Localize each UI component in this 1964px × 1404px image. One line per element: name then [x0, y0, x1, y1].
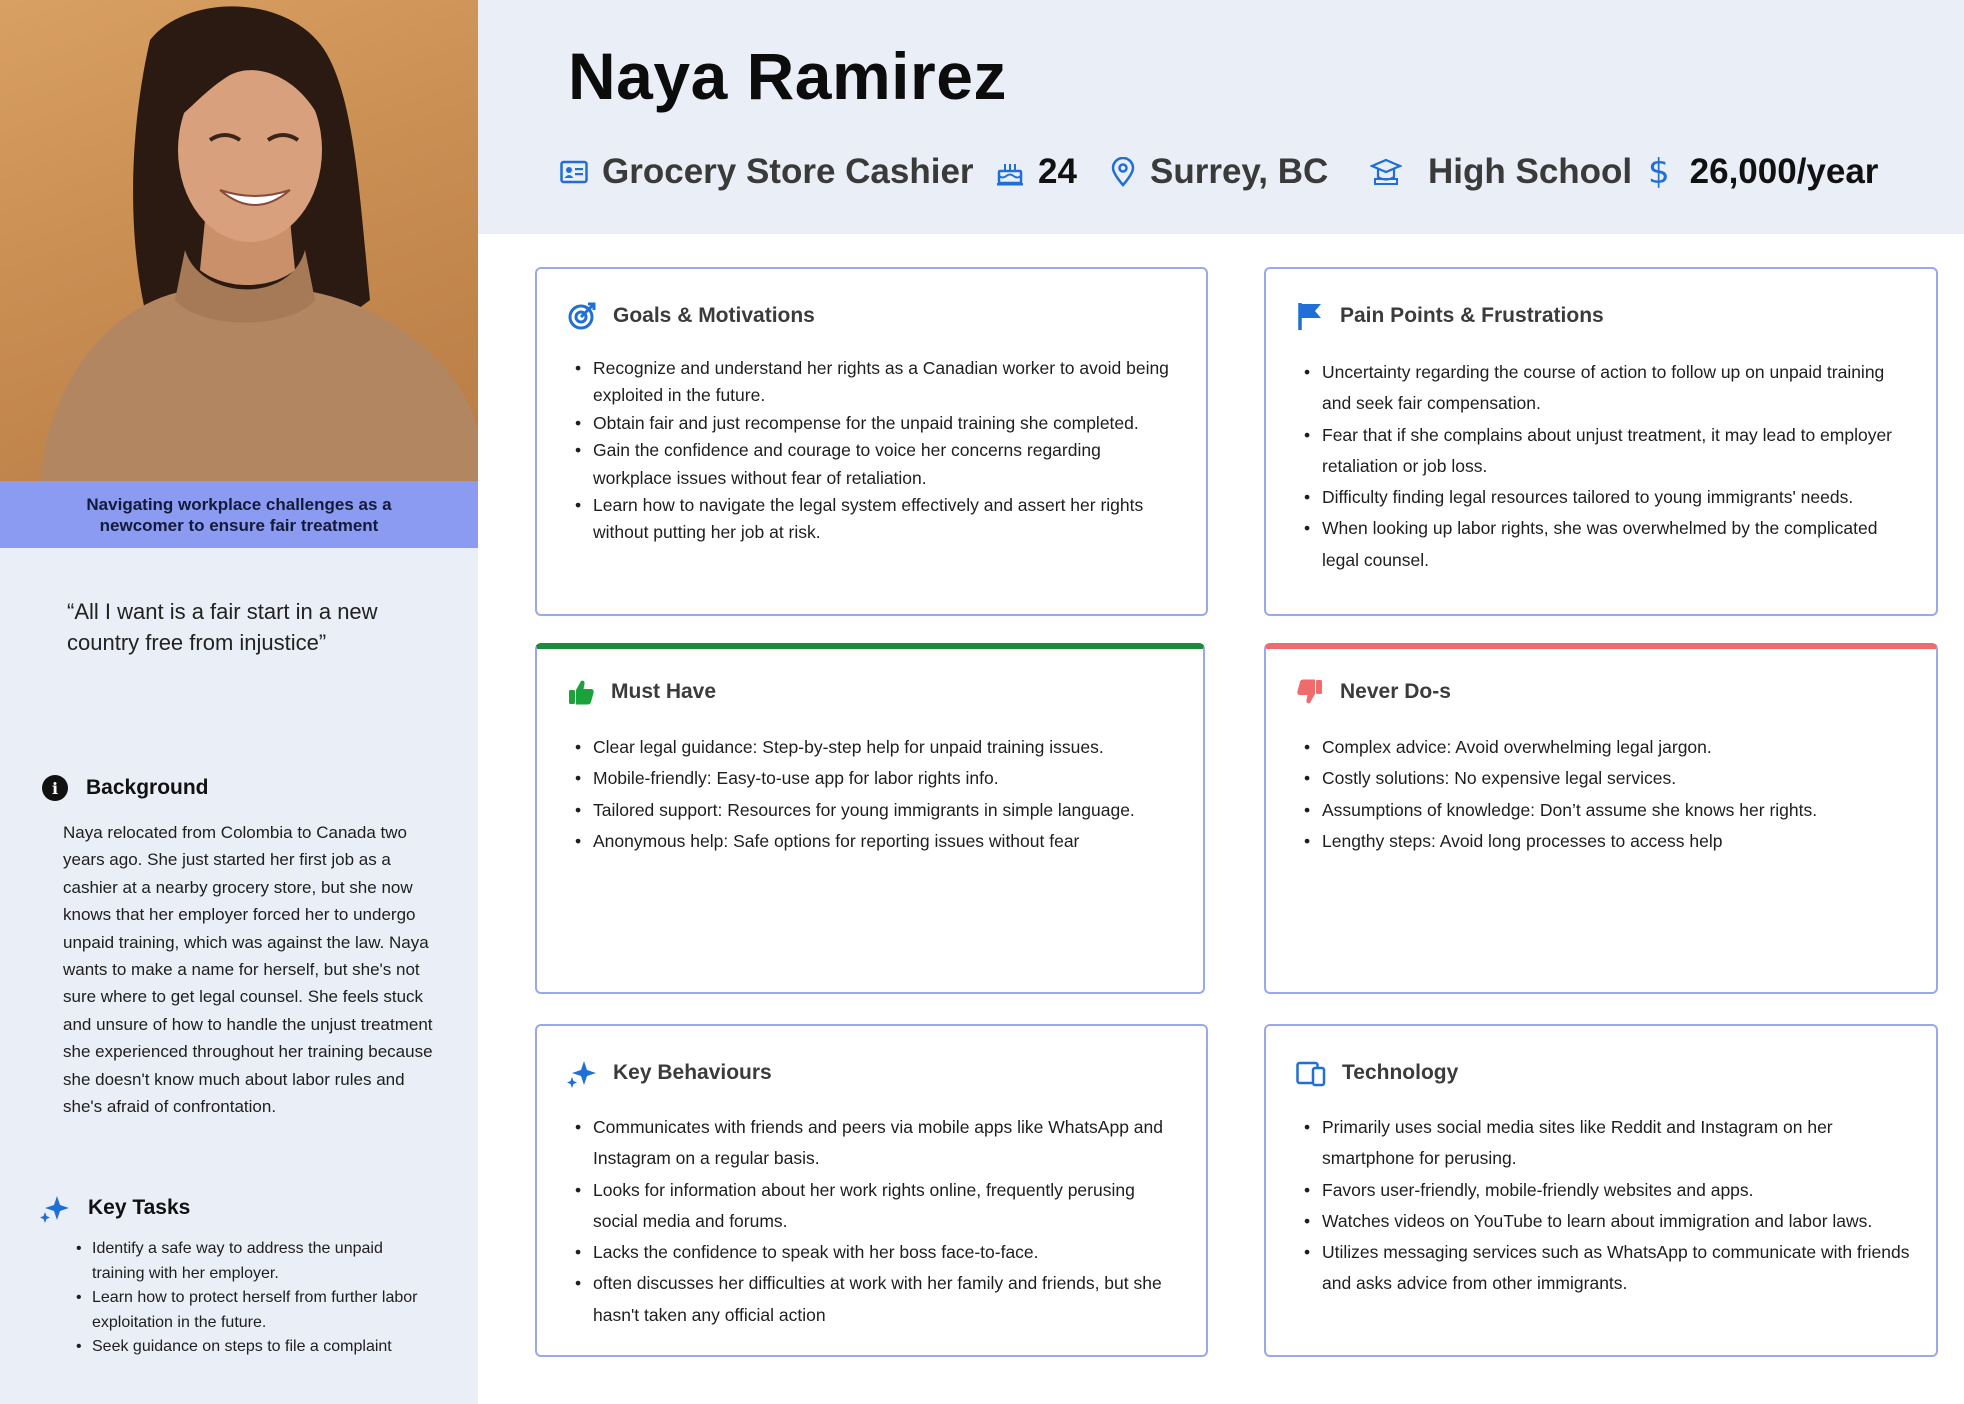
background-title: Background [86, 776, 209, 799]
list-item: Watches videos on YouTube to learn about… [1304, 1206, 1910, 1238]
persona-header: Naya Ramirez Grocery Store Cashier 24 Su… [478, 0, 1964, 234]
technology-heading: Technology [1296, 1056, 1458, 1090]
persona-name: Naya Ramirez [568, 39, 1007, 113]
list-item: Utilizes messaging services such as What… [1304, 1237, 1910, 1300]
key-behaviours-card: Key Behaviours Communicates with friends… [535, 1024, 1208, 1357]
list-item: Favors user-friendly, mobile-friendly we… [1304, 1175, 1910, 1207]
list-item: Recognize and understand her rights as a… [575, 355, 1180, 410]
technology-title: Technology [1342, 1061, 1459, 1084]
key-tasks-list: Identify a safe way to address the unpai… [76, 1237, 436, 1360]
location-pin-icon [1111, 157, 1135, 187]
must-have-card: Must Have Clear legal guidance: Step-by-… [535, 643, 1205, 994]
goals-heading: Goals & Motivations [567, 299, 815, 333]
flag-icon [1298, 303, 1321, 330]
key-behaviours-list: Communicates with friends and peers via … [575, 1112, 1180, 1331]
technology-card: Technology Primarily uses social media s… [1264, 1024, 1938, 1357]
goals-card: Goals & Motivations Recognize and unders… [535, 267, 1208, 616]
list-item: Communicates with friends and peers via … [575, 1112, 1180, 1175]
list-item: Primarily uses social media sites like R… [1304, 1112, 1910, 1175]
list-item: Lengthy steps: Avoid long processes to a… [1304, 826, 1910, 858]
graduation-cap-icon [1370, 158, 1402, 185]
list-item: Assumptions of knowledge: Don’t assume s… [1304, 795, 1910, 827]
list-item: Obtain fair and just recompense for the … [575, 410, 1180, 438]
target-icon [568, 302, 596, 330]
education-meta: High School [1370, 145, 1632, 199]
key-tasks-heading: Key Tasks [40, 1193, 190, 1223]
pain-points-list: Uncertainty regarding the course of acti… [1304, 357, 1910, 576]
occupation-value: Grocery Store Cashier [602, 152, 974, 191]
list-item: Clear legal guidance: Step-by-step help … [575, 732, 1177, 764]
list-item: When looking up labor rights, she was ov… [1304, 513, 1910, 576]
list-item: Seek guidance on steps to file a complai… [76, 1335, 436, 1360]
age-value: 24 [1038, 152, 1077, 191]
list-item: Learn how to navigate the legal system e… [575, 492, 1180, 547]
persona-quote: “All I want is a fair start in a new cou… [67, 599, 378, 655]
age-meta: 24 [996, 145, 1077, 199]
education-value: High School [1428, 152, 1633, 191]
list-item: Difficulty finding legal resources tailo… [1304, 482, 1910, 514]
background-text: Naya relocated from Colombia to Canada t… [63, 823, 433, 1117]
sparkle-icon [40, 1196, 69, 1223]
profile-caption: Navigating workplace challenges as a new… [0, 481, 478, 548]
devices-icon [1296, 1061, 1326, 1087]
list-item: Uncertainty regarding the course of acti… [1304, 357, 1910, 420]
goals-title: Goals & Motivations [613, 304, 815, 327]
never-dos-heading: Never Do-s [1296, 675, 1451, 709]
key-behaviours-title: Key Behaviours [613, 1061, 772, 1084]
list-item: Mobile-friendly: Easy-to-use app for lab… [575, 763, 1177, 795]
list-item: Anonymous help: Safe options for reporti… [575, 826, 1177, 858]
list-item: Fear that if she complains about unjust … [1304, 420, 1910, 483]
occupation-meta: Grocery Store Cashier [560, 145, 974, 199]
must-have-heading: Must Have [567, 675, 716, 709]
portrait-illustration [40, 6, 478, 481]
key-behaviours-heading: Key Behaviours [567, 1056, 772, 1090]
location-value: Surrey, BC [1150, 152, 1329, 191]
list-item: Complex advice: Avoid overwhelming legal… [1304, 732, 1910, 764]
never-dos-card: Never Do-s Complex advice: Avoid overwhe… [1264, 643, 1938, 994]
list-item: often discusses her difficulties at work… [575, 1268, 1180, 1331]
list-item: Identify a safe way to address the unpai… [76, 1237, 436, 1286]
technology-list: Primarily uses social media sites like R… [1304, 1112, 1910, 1300]
id-card-icon [560, 160, 588, 184]
birthday-cake-icon [997, 164, 1023, 186]
thumbs-up-icon [569, 680, 594, 705]
list-item: Gain the confidence and courage to voice… [575, 437, 1180, 492]
income-value: 26,000/year [1689, 152, 1879, 191]
never-dos-list: Complex advice: Avoid overwhelming legal… [1304, 732, 1910, 857]
pain-points-card: Pain Points & Frustrations Uncertainty r… [1264, 267, 1938, 616]
dollar-icon: $ [1648, 152, 1670, 192]
list-item: Costly solutions: No expensive legal ser… [1304, 763, 1910, 795]
sparkle-icon [567, 1061, 596, 1088]
must-have-list: Clear legal guidance: Step-by-step help … [575, 732, 1177, 857]
list-item: Looks for information about her work rig… [575, 1175, 1180, 1238]
list-item: Learn how to protect herself from furthe… [76, 1286, 436, 1335]
thumbs-down-icon [1297, 679, 1322, 704]
list-item: Tailored support: Resources for young im… [575, 795, 1177, 827]
must-have-title: Must Have [611, 680, 717, 703]
key-tasks-title: Key Tasks [88, 1196, 191, 1219]
profile-photo [0, 0, 478, 481]
goals-list: Recognize and understand her rights as a… [575, 355, 1180, 547]
pain-points-heading: Pain Points & Frustrations [1296, 299, 1604, 333]
profile-sidebar: Navigating workplace challenges as a new… [0, 0, 478, 1404]
location-meta: Surrey, BC [1110, 145, 1328, 199]
income-meta: $ 26,000/year [1648, 145, 1878, 199]
info-icon: i [42, 775, 68, 801]
background-heading: i Background [42, 775, 209, 801]
never-dos-title: Never Do-s [1340, 680, 1451, 703]
pain-points-title: Pain Points & Frustrations [1340, 304, 1604, 327]
list-item: Lacks the confidence to speak with her b… [575, 1237, 1180, 1269]
